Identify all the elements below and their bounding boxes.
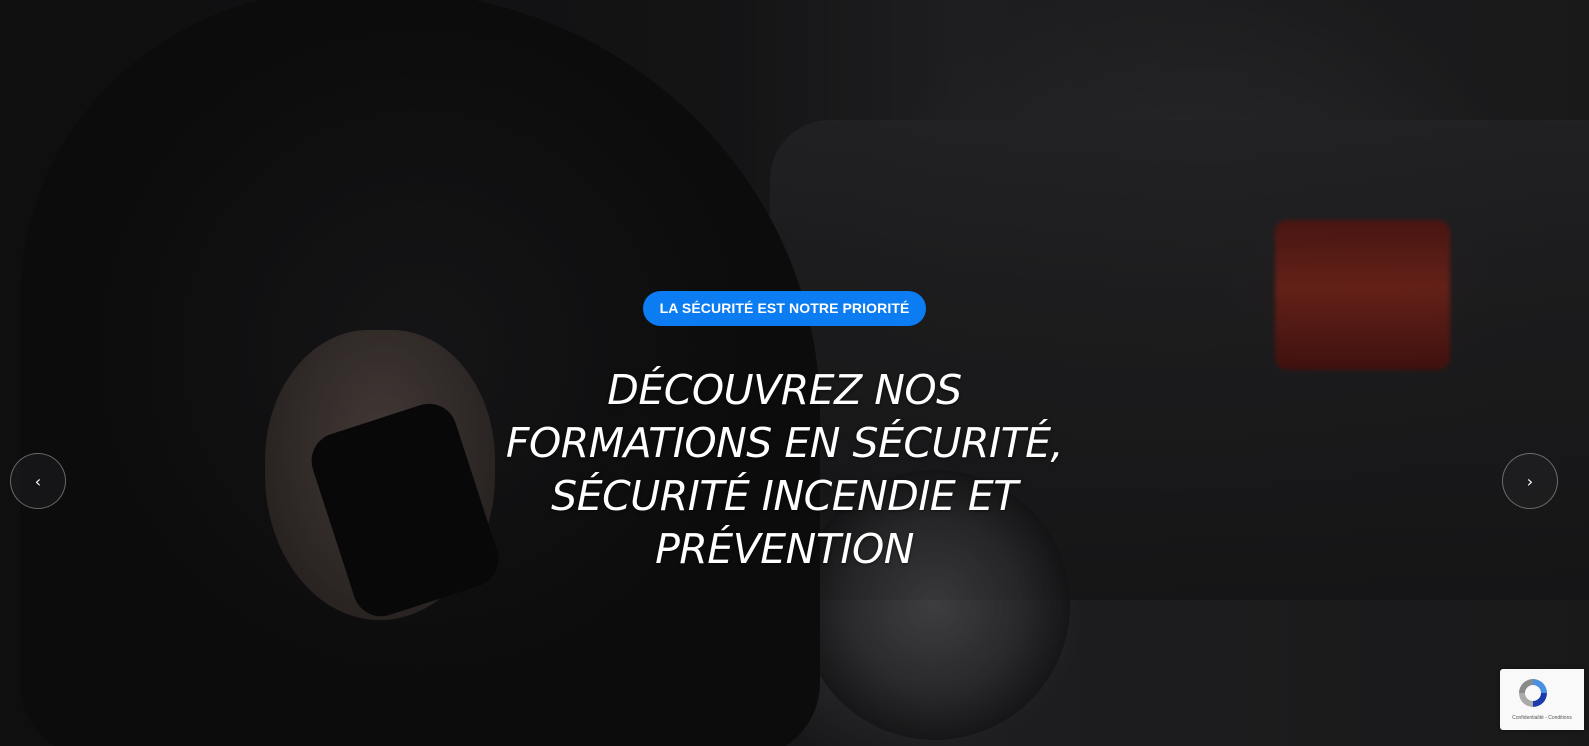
headline-line: DÉCOUVREZ NOS xyxy=(607,366,962,414)
chevron-right-icon: › xyxy=(1526,472,1534,491)
slider-next-button[interactable]: › xyxy=(1502,453,1558,509)
recaptcha-badge[interactable]: Confidentialité - Conditions xyxy=(1500,669,1584,730)
hero-slider: LA SÉCURITÉ EST NOTRE PRIORITÉ DÉCOUVREZ… xyxy=(0,0,1589,746)
headline-line: PRÉVENTION xyxy=(655,525,914,573)
recaptcha-terms-link[interactable]: Confidentialité - Conditions xyxy=(1503,715,1581,721)
headline-line: SÉCURITÉ INCENDIE ET xyxy=(551,472,1018,520)
chevron-left-icon: ‹ xyxy=(34,472,42,491)
hero-content: LA SÉCURITÉ EST NOTRE PRIORITÉ DÉCOUVREZ… xyxy=(0,291,1569,576)
headline-line: FORMATIONS EN SÉCURITÉ, xyxy=(505,419,1064,467)
hero-headline: DÉCOUVREZ NOS FORMATIONS EN SÉCURITÉ, SÉ… xyxy=(455,364,1115,576)
recaptcha-icon xyxy=(1519,679,1547,707)
slider-prev-button[interactable]: ‹ xyxy=(10,453,66,509)
hero-badge: LA SÉCURITÉ EST NOTRE PRIORITÉ xyxy=(642,291,927,326)
